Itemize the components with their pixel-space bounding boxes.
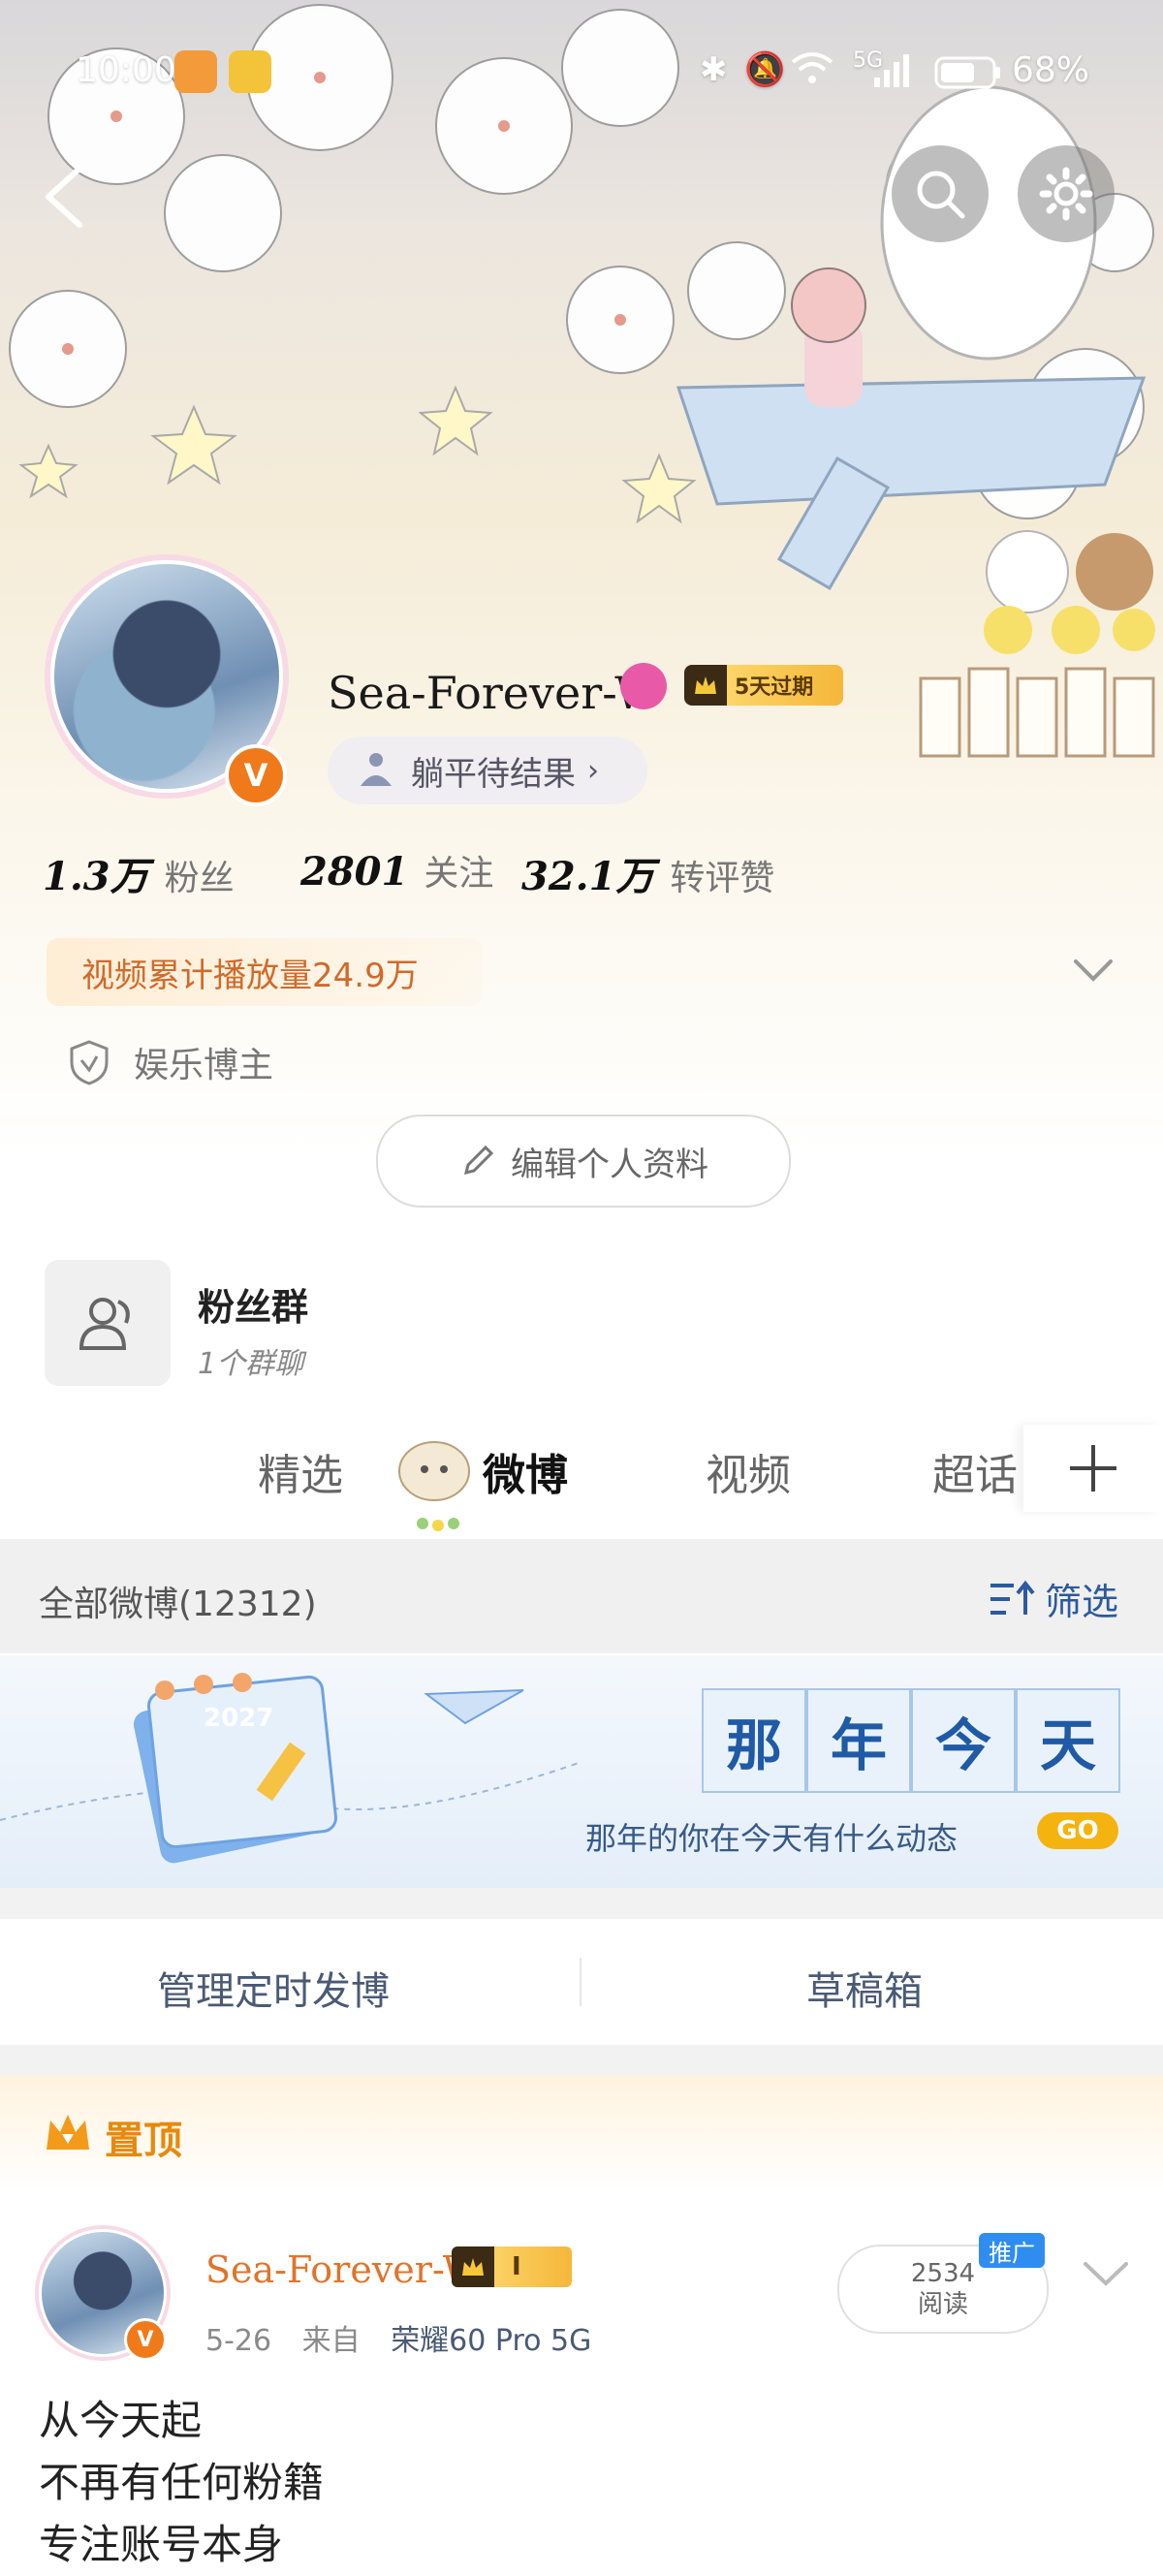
filter-label: 筛选 (1045, 1581, 1119, 1623)
creator-tag-label: 娱乐博主 (134, 1046, 274, 1085)
level-crown-icon (452, 2246, 494, 2287)
crown-icon (684, 665, 727, 706)
edit-profile-label: 编辑个人资料 (511, 1145, 708, 1184)
drafts-button[interactable]: 草稿箱 (806, 1960, 923, 2016)
stat-following-label: 关注 (424, 854, 494, 894)
banner-char-1: 那 (702, 1688, 806, 1793)
plus-icon (1070, 1445, 1116, 1492)
gear-icon (1039, 167, 1093, 221)
bluetooth-icon: ✱ (700, 50, 728, 89)
pin-crown-icon (47, 2115, 89, 2150)
fans-group-subtitle: 1个群聊 (198, 1347, 304, 1381)
filter-button[interactable]: 筛选 (989, 1572, 1118, 1625)
signature-text: 躺平待结果 (411, 754, 576, 794)
stat-followers-value: 1.3万 (43, 854, 149, 899)
status-time: 10:00 (76, 50, 176, 90)
vip-expiry-label: 5天过期 (735, 675, 814, 700)
vip-badge[interactable]: 5天过期 (684, 665, 843, 706)
post-line: 不再有任何粉籍 (39, 2459, 325, 2506)
filter-icon (990, 1580, 1035, 1615)
creator-tag[interactable]: 娱乐博主 (68, 1037, 273, 1087)
level-badge: I (452, 2246, 572, 2287)
stat-followers[interactable]: 1.3万 粉丝 (43, 845, 235, 901)
stat-likes-label: 转评赞 (670, 859, 775, 898)
banner-char-3: 今 (911, 1688, 1016, 1793)
weibo-notification-icon (229, 50, 271, 93)
section-divider (0, 2045, 1163, 2076)
promote-badge[interactable]: 推广 (979, 2233, 1045, 2268)
taobao-notification-icon (174, 50, 217, 93)
banner-go-button[interactable]: GO (1037, 1812, 1118, 1849)
tab-super-topic[interactable]: 超话 (932, 1440, 1018, 1502)
level-value: I (512, 2252, 521, 2281)
lying-person-icon (361, 753, 392, 786)
video-play-count: 视频累计播放量24.9万 (47, 938, 483, 1006)
scheduled-posts-button[interactable]: 管理定时发博 (157, 1960, 390, 2016)
post-username[interactable]: Sea-Forever-W (205, 2248, 481, 2291)
mute-bell-icon: 🔕 (744, 50, 786, 89)
all-posts-count[interactable]: 全部微博(12312) (39, 1576, 317, 1626)
verified-badge-icon: V (225, 744, 287, 806)
group-icon (79, 1298, 130, 1350)
post-menu-chevron-icon[interactable] (1082, 2258, 1130, 2289)
post-device[interactable]: 荣耀60 Pro 5G (391, 2324, 591, 2358)
signature-chip[interactable]: 躺平待结果 › (328, 737, 647, 804)
banner-char-2: 年 (806, 1688, 911, 1793)
post-body[interactable]: 从今天起 不再有任何粉籍 专注账号本身 (39, 2390, 324, 2576)
tab-decoration-icon (398, 1441, 470, 1531)
battery-icon (934, 56, 1000, 89)
search-button[interactable] (892, 145, 989, 242)
expand-chevron-icon[interactable] (1072, 956, 1115, 985)
battery-percent: 68% (1012, 50, 1090, 90)
back-icon[interactable] (39, 163, 87, 231)
on-this-day-banner[interactable]: 2027 那 年 今 天 那年的你在今天有什么动态 GO (0, 1655, 1163, 1888)
post-from-label: 来自 (301, 2324, 361, 2358)
read-count-label: 阅读 (917, 2290, 968, 2319)
search-icon (917, 171, 965, 219)
section-divider (0, 1888, 1163, 1919)
read-count-value: 2534 (910, 2259, 976, 2288)
female-gender-icon (620, 663, 667, 709)
post-line: 从今天起 (39, 2397, 203, 2444)
shield-icon (70, 1040, 109, 1085)
fans-group-button[interactable] (45, 1260, 171, 1386)
wifi-icon (791, 52, 833, 83)
stat-likes-value: 32.1万 (521, 854, 655, 899)
edit-profile-button[interactable]: 编辑个人资料 (376, 1115, 791, 1208)
pencil-icon (463, 1145, 494, 1176)
post-meta: 5-26 来自 荣耀60 Pro 5G (205, 2316, 591, 2359)
profile-username: Sea-Forever-W (328, 667, 661, 719)
banner-subtitle: 那年的你在今天有什么动态 (585, 1820, 959, 1857)
post-verified-icon: V (124, 2318, 167, 2361)
post-line: 专注账号本身 (39, 2521, 284, 2568)
post-date: 5-26 (205, 2324, 272, 2358)
stat-following[interactable]: 2801 关注 (300, 845, 493, 895)
banner-char-4: 天 (1016, 1688, 1120, 1793)
tab-video[interactable]: 视频 (706, 1440, 791, 1502)
profile-header: 10:00 ✱ 🔕 5G 68% V Sea-Forever-W 5天过期 躺平… (0, 0, 1163, 1153)
stat-following-value: 2801 (300, 849, 409, 895)
calendar-illustration (0, 1673, 582, 1864)
pinned-label: 置顶 (105, 2119, 182, 2163)
stat-likes[interactable]: 32.1万 转评赞 (521, 845, 774, 901)
chevron-right-icon: › (587, 753, 599, 788)
tab-weibo[interactable]: 微博 (483, 1440, 568, 1502)
fans-group-title[interactable]: 粉丝群 (198, 1277, 308, 1331)
signal-icon (874, 54, 909, 87)
stat-followers-label: 粉丝 (164, 859, 235, 898)
settings-button[interactable] (1018, 145, 1115, 242)
add-tab-button[interactable] (1023, 1425, 1163, 1512)
tab-featured[interactable]: 精选 (258, 1440, 343, 1502)
action-divider (580, 1958, 582, 2006)
calendar-year: 2027 (204, 1704, 274, 1733)
